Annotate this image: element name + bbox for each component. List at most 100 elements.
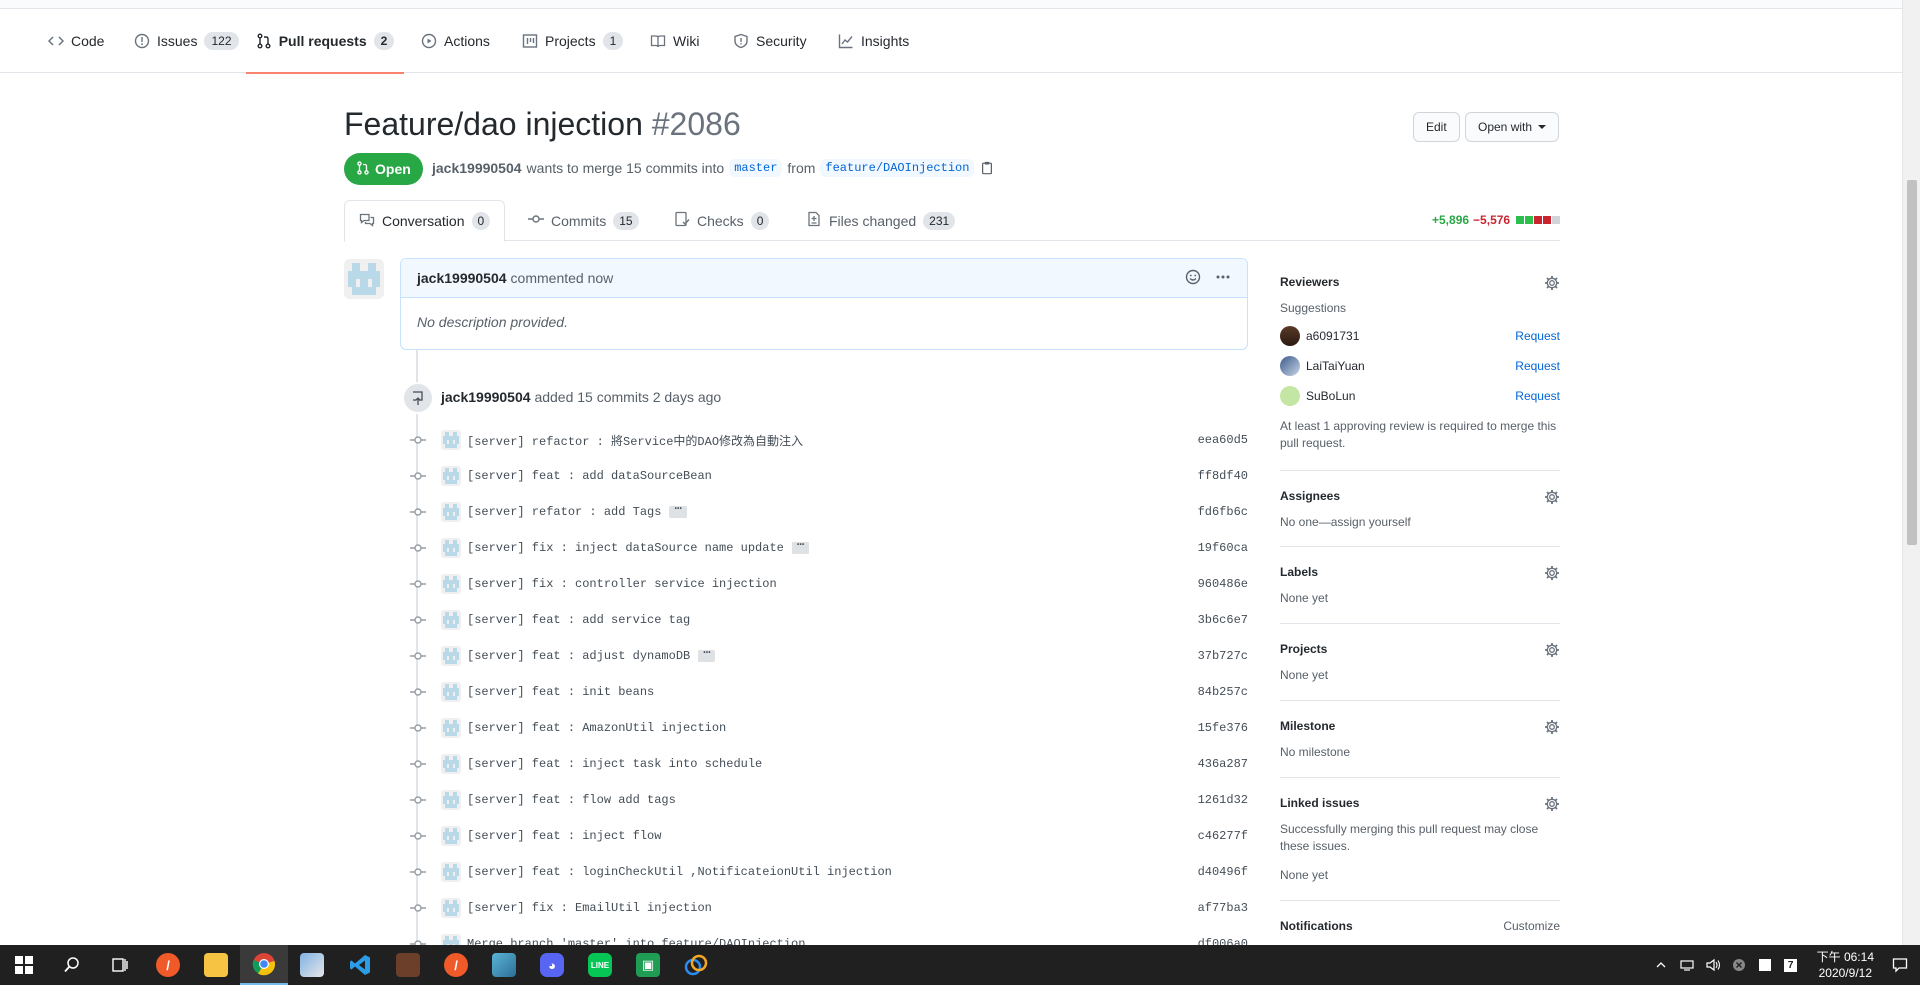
tab-wiki[interactable]: Wiki (642, 9, 707, 73)
edit-button[interactable]: Edit (1413, 112, 1460, 142)
avatar[interactable] (441, 646, 461, 666)
avatar[interactable] (441, 466, 461, 486)
tab-checks[interactable]: Checks 0 (660, 200, 783, 241)
commit-message-link[interactable]: [server] feat : AmazonUtil injection (467, 721, 726, 735)
comment-author[interactable]: jack19990504 (417, 270, 507, 286)
game-icon[interactable] (384, 945, 432, 985)
commit-sha[interactable]: 1261d32 (1198, 793, 1248, 807)
avatar[interactable] (441, 862, 461, 882)
tab-pull-requests[interactable]: Pull requests 2 (246, 9, 404, 74)
commit-sha[interactable]: eea60d5 (1198, 433, 1248, 447)
event-author[interactable]: jack19990504 (441, 389, 531, 405)
pr-author-link[interactable]: jack19990504 (432, 160, 522, 176)
tab-projects[interactable]: Projects 1 (514, 9, 631, 73)
clock[interactable]: 下午 06:14 2020/9/12 (1809, 949, 1882, 981)
tab-issues[interactable]: Issues 122 (126, 9, 247, 73)
commit-message-link[interactable]: [server] fix : inject dataSource name up… (467, 541, 784, 555)
commit-sha[interactable]: af77ba3 (1198, 901, 1248, 915)
commit-sha[interactable]: fd6fb6c (1198, 505, 1248, 519)
gear-icon[interactable] (1544, 796, 1560, 812)
commit-message-link[interactable]: [server] feat : flow add tags (467, 793, 676, 807)
line-icon[interactable]: LINE (576, 945, 624, 985)
tab-code[interactable]: Code (40, 9, 112, 73)
commit-message-link[interactable]: [server] feat : loginCheckUtil ,Notifica… (467, 865, 892, 879)
linked-issues-heading[interactable]: Linked issues (1280, 796, 1359, 810)
open-with-button[interactable]: Open with (1465, 112, 1560, 142)
avatar[interactable] (344, 259, 384, 299)
expand-commit-button[interactable]: ⋯ (698, 647, 716, 662)
customize-link[interactable]: Customize (1503, 919, 1560, 933)
gear-icon[interactable] (1544, 489, 1560, 505)
commit-message-link[interactable]: [server] fix : EmailUtil injection (467, 901, 712, 915)
app-blue-icon[interactable] (672, 945, 720, 985)
avatar[interactable] (441, 682, 461, 702)
commit-message-link[interactable]: [server] feat : add service tag (467, 613, 690, 627)
labels-heading[interactable]: Labels (1280, 565, 1318, 579)
milestone-heading[interactable]: Milestone (1280, 719, 1335, 733)
request-review-button[interactable]: Request (1515, 359, 1560, 373)
commit-sha[interactable]: 3b6c6e7 (1198, 613, 1248, 627)
tray-app-icon[interactable]: 7 (1783, 957, 1799, 973)
avatar[interactable] (441, 538, 461, 558)
smiley-icon[interactable] (1185, 269, 1201, 288)
projects-heading[interactable]: Projects (1280, 642, 1327, 656)
commit-message-link[interactable]: [server] feat : adjust dynamoDB (467, 649, 690, 663)
search-icon[interactable] (48, 945, 96, 985)
app-book-icon[interactable] (480, 945, 528, 985)
commit-sha[interactable]: 84b257c (1198, 685, 1248, 699)
file-explorer-icon[interactable] (192, 945, 240, 985)
commit-message-link[interactable]: [server] refactor : 將Service中的DAO修改為自動注入 (467, 432, 803, 449)
clipboard-icon[interactable] (979, 160, 995, 176)
reviewers-heading[interactable]: Reviewers (1280, 275, 1339, 289)
tab-actions[interactable]: Actions (413, 9, 498, 73)
chevron-up-icon[interactable] (1653, 957, 1669, 973)
action-center-icon[interactable] (1892, 957, 1908, 973)
commit-message-link[interactable]: [server] refator : add Tags (467, 505, 661, 519)
chrome-icon[interactable] (240, 945, 288, 985)
assignees-value[interactable]: No one—assign yourself (1280, 514, 1411, 531)
app-orange-icon[interactable]: / (144, 945, 192, 985)
avatar[interactable] (441, 610, 461, 630)
gear-icon[interactable] (1544, 565, 1560, 581)
avatar[interactable] (441, 574, 461, 594)
volume-icon[interactable] (1705, 957, 1721, 973)
avatar[interactable] (441, 826, 461, 846)
commit-sha[interactable]: ff8df40 (1198, 469, 1248, 483)
assignees-heading[interactable]: Assignees (1280, 489, 1340, 503)
base-branch[interactable]: master (729, 159, 783, 177)
avatar[interactable] (441, 898, 461, 918)
tray-status-icon[interactable] (1731, 957, 1747, 973)
commit-sha[interactable]: 960486e (1198, 577, 1248, 591)
commit-sha[interactable]: 436a287 (1198, 757, 1248, 771)
avatar[interactable] (441, 502, 461, 522)
ime-icon[interactable] (1757, 957, 1773, 973)
vscode-icon[interactable] (336, 945, 384, 985)
commit-sha[interactable]: 19f60ca (1198, 541, 1248, 555)
tab-files-changed[interactable]: Files changed 231 (792, 200, 969, 241)
start-icon[interactable] (0, 945, 48, 985)
avatar[interactable] (441, 754, 461, 774)
tab-security[interactable]: Security (725, 9, 815, 73)
app-green-icon[interactable]: ▣ (624, 945, 672, 985)
expand-commit-button[interactable]: ⋯ (791, 539, 810, 554)
discord-icon[interactable]: ◕ (528, 945, 576, 985)
gear-icon[interactable] (1544, 719, 1560, 735)
commit-message-link[interactable]: [server] fix : controller service inject… (467, 577, 777, 591)
commit-message-link[interactable]: [server] feat : add dataSourceBean (467, 469, 712, 483)
app-orange2-icon[interactable]: / (432, 945, 480, 985)
network-icon[interactable] (1679, 957, 1695, 973)
tab-conversation[interactable]: Conversation 0 (344, 200, 506, 242)
gear-icon[interactable] (1544, 275, 1560, 291)
kebab-horizontal-icon[interactable] (1215, 269, 1231, 288)
request-review-button[interactable]: Request (1515, 389, 1560, 403)
scrollbar-thumb[interactable] (1907, 180, 1917, 545)
page-scrollbar[interactable] (1902, 0, 1920, 945)
avatar[interactable] (441, 790, 461, 810)
avatar[interactable] (441, 430, 461, 450)
gear-icon[interactable] (1544, 642, 1560, 658)
tab-commits[interactable]: Commits 15 (514, 200, 653, 241)
commit-sha[interactable]: 37b727c (1198, 649, 1248, 663)
commit-sha[interactable]: d40496f (1198, 865, 1248, 879)
avatar[interactable] (441, 718, 461, 738)
commit-message-link[interactable]: [server] feat : init beans (467, 685, 654, 699)
